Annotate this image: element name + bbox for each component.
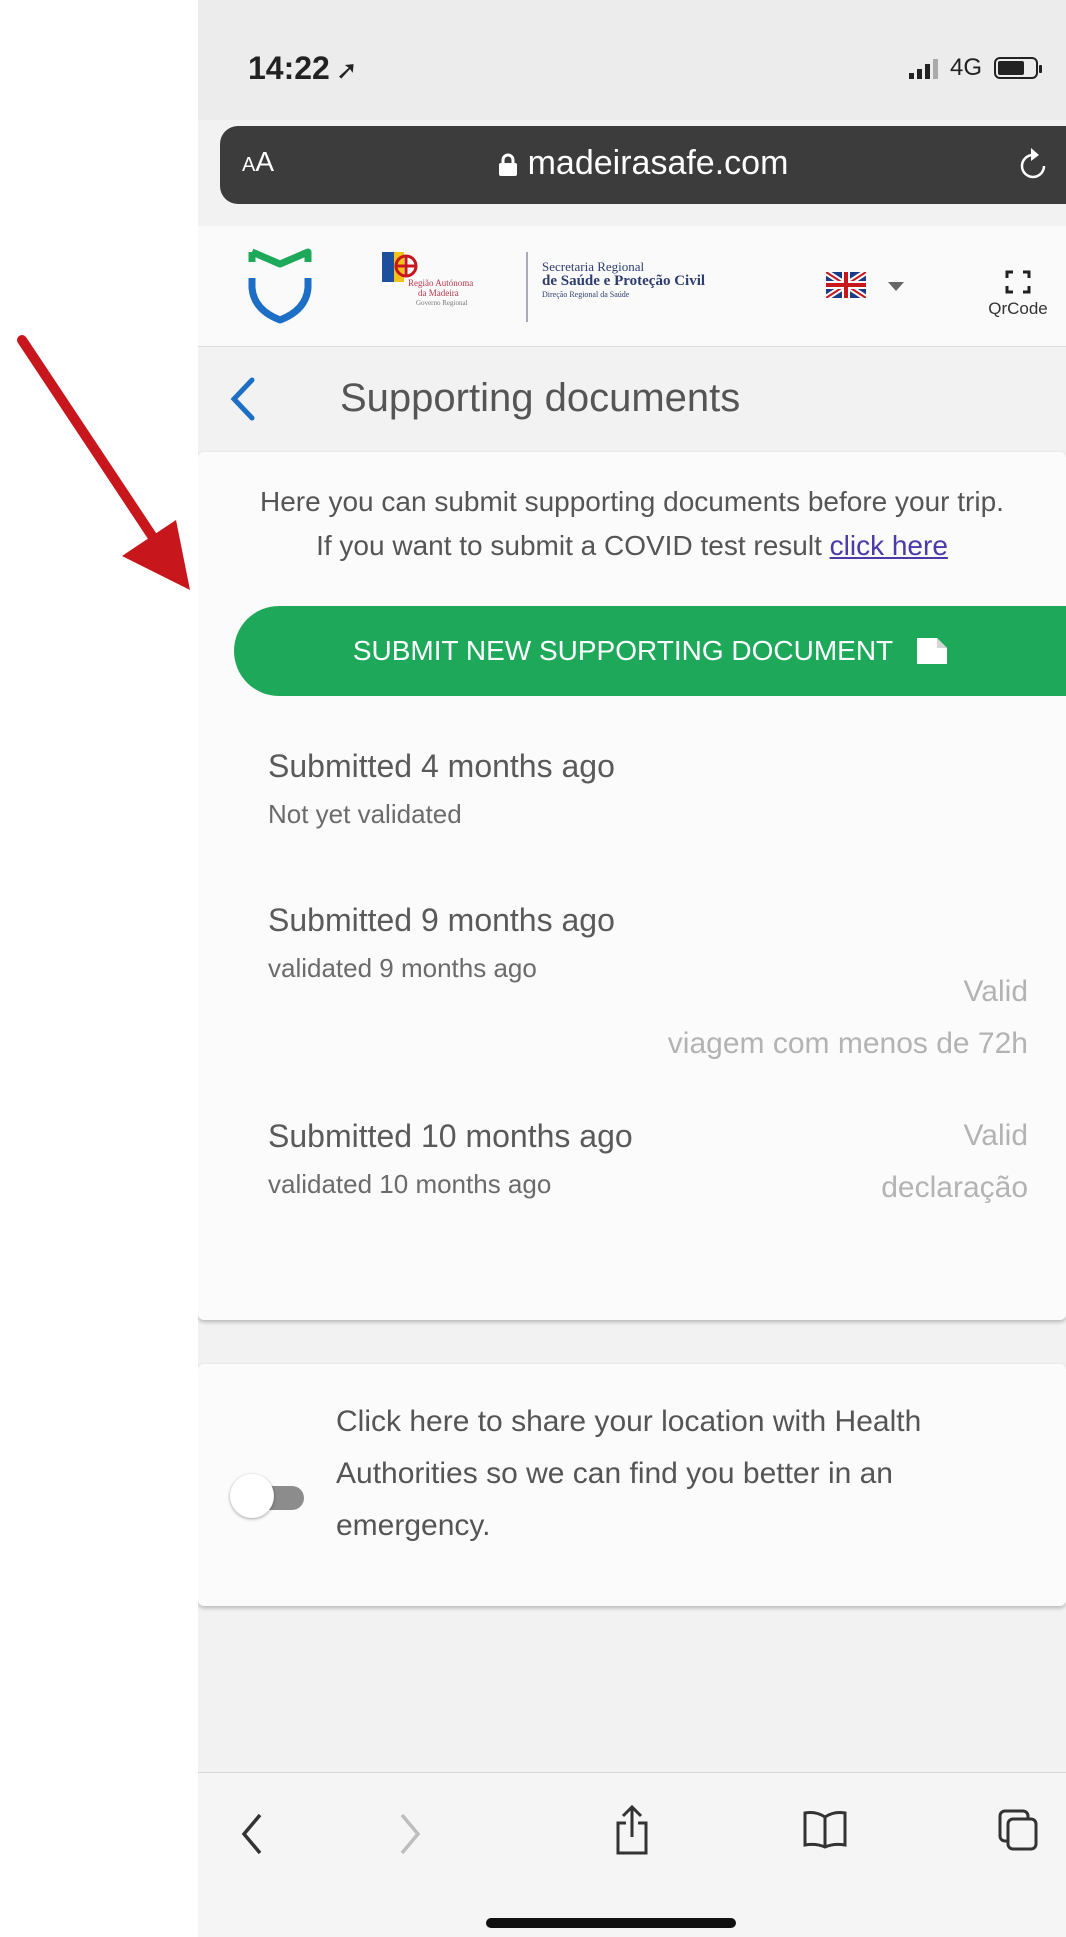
battery-icon — [994, 57, 1042, 79]
bookmarks-icon[interactable] — [802, 1809, 848, 1849]
region-logo-text: Região Autónoma da Madeira Governo Regio… — [408, 278, 474, 307]
document-type: declaração — [881, 1171, 1028, 1204]
site-header: Região Autónoma da Madeira Governo Regio… — [198, 226, 1066, 347]
back-chevron-icon[interactable] — [228, 376, 258, 422]
home-indicator — [486, 1918, 736, 1928]
share-icon[interactable] — [614, 1805, 650, 1857]
forward-icon[interactable] — [394, 1809, 424, 1859]
page-title: Supporting documents — [340, 376, 741, 420]
document-validation-status: Not yet validated — [268, 799, 462, 829]
url-display[interactable]: madeirasafe.com — [220, 144, 1066, 183]
document-item[interactable]: Submitted 9 months ago validated 9 month… — [268, 902, 1028, 1060]
status-indicators: 4G — [908, 54, 1042, 82]
header-divider — [526, 252, 528, 322]
back-icon[interactable] — [238, 1809, 268, 1859]
qrcode-label: QrCode — [988, 299, 1048, 318]
region-madeira-logo: Região Autónoma da Madeira Governo Regio… — [378, 248, 498, 316]
submit-document-button[interactable]: SUBMIT NEW SUPPORTING DOCUMENT — [234, 606, 1066, 696]
intro-line-1: Here you can submit supporting documents… — [260, 486, 1004, 517]
covid-test-link[interactable]: click here — [830, 530, 948, 561]
document-item[interactable]: Submitted 4 months ago Not yet validated — [268, 748, 1028, 830]
intro-line-2: If you want to submit a COVID test resul… — [316, 530, 948, 561]
page-title-bar: Supporting documents — [198, 348, 1066, 448]
document-item[interactable]: Submitted 10 months ago validated 10 mon… — [268, 1118, 1028, 1204]
network-type: 4G — [949, 54, 982, 81]
status-bar: 14:22 ➚ 4G — [198, 0, 1066, 120]
intro-text: Here you can submit supporting documents… — [198, 480, 1066, 568]
location-share-text[interactable]: Click here to share your location with H… — [336, 1396, 1036, 1552]
phone-screen: 14:22 ➚ 4G AA madeirasafe.com Região Aut… — [198, 0, 1066, 1937]
language-dropdown-chevron-icon[interactable] — [888, 282, 904, 291]
location-arrow-icon: ➚ — [335, 55, 358, 85]
document-icon — [917, 638, 948, 664]
submit-document-label: SUBMIT NEW SUPPORTING DOCUMENT — [352, 635, 894, 666]
document-type: viagem com menos de 72h — [667, 1027, 1028, 1060]
validity-label: Valid — [963, 975, 1028, 1008]
uk-flag-icon[interactable] — [826, 272, 866, 298]
address-bar[interactable]: AA madeirasafe.com — [220, 126, 1066, 204]
validity-label: Valid — [963, 1119, 1028, 1152]
document-submitted-date: Submitted 4 months ago — [268, 748, 615, 784]
document-validity: Valid viagem com menos de 72h — [668, 966, 1028, 1070]
signal-icon — [908, 57, 938, 79]
location-share-toggle[interactable] — [228, 1472, 306, 1522]
location-share-card: Click here to share your location with H… — [198, 1364, 1066, 1606]
documents-card: Here you can submit supporting documents… — [198, 452, 1066, 1320]
madeirasafe-shield-logo[interactable] — [248, 248, 312, 324]
secretariat-logo-text: Secretaria Regional de Saúde e Proteção … — [542, 259, 706, 300]
status-time: 14:22 ➚ — [248, 50, 358, 86]
qrcode-button[interactable]: QrCode — [988, 270, 1048, 319]
reload-icon[interactable] — [1016, 144, 1050, 184]
document-validity: Valid declaração — [881, 1110, 1028, 1214]
tabs-icon[interactable] — [998, 1809, 1038, 1853]
lock-icon — [498, 153, 517, 177]
browser-toolbar — [198, 1772, 1066, 1937]
document-submitted-date: Submitted 9 months ago — [268, 902, 615, 938]
annotation-arrow-icon — [17, 335, 190, 590]
qr-scan-icon — [1005, 270, 1031, 294]
